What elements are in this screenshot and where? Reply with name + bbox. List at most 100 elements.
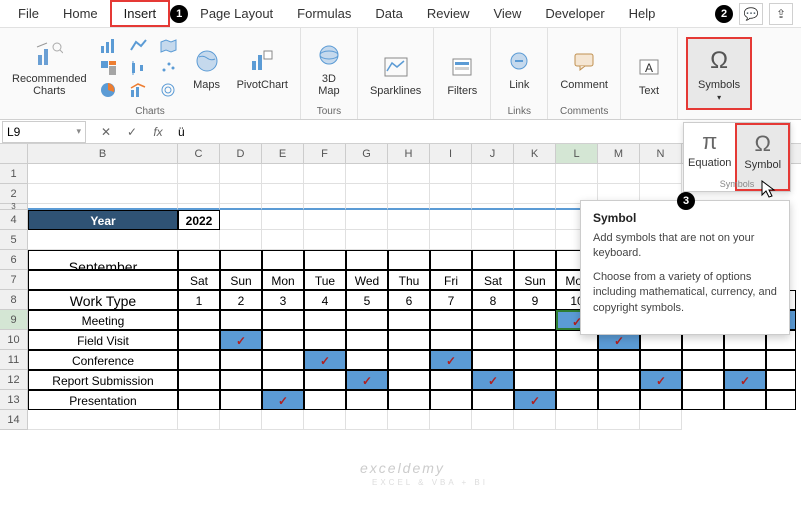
tab-review[interactable]: Review [415, 2, 482, 25]
day-cell[interactable]: Tue [304, 270, 346, 290]
table-cell[interactable] [220, 370, 262, 390]
table-cell[interactable] [682, 390, 724, 410]
table-cell[interactable] [262, 370, 304, 390]
table-cell[interactable] [766, 390, 796, 410]
table-cell[interactable]: ✓ [430, 350, 472, 370]
col-header[interactable]: B [28, 144, 178, 163]
table-cell[interactable] [514, 370, 556, 390]
sparklines-button[interactable]: Sparklines [366, 49, 425, 99]
table-cell[interactable] [472, 310, 514, 330]
table-cell[interactable] [388, 330, 430, 350]
table-cell[interactable] [682, 350, 724, 370]
table-cell[interactable]: ✓ [472, 370, 514, 390]
col-header[interactable]: D [220, 144, 262, 163]
table-cell[interactable] [514, 330, 556, 350]
chart-scatter-icon[interactable] [157, 58, 181, 78]
col-header[interactable]: E [262, 144, 304, 163]
table-cell[interactable] [178, 350, 220, 370]
date-cell[interactable]: 7 [430, 290, 472, 310]
chart-bar-icon[interactable] [97, 36, 121, 56]
table-cell[interactable] [178, 370, 220, 390]
table-cell[interactable] [220, 350, 262, 370]
row-label[interactable]: Meeting [28, 310, 178, 330]
year-value-cell[interactable]: 2022 [178, 210, 220, 230]
day-cell[interactable]: Sun [514, 270, 556, 290]
table-cell[interactable] [388, 390, 430, 410]
table-cell[interactable] [430, 390, 472, 410]
day-cell[interactable]: Fri [430, 270, 472, 290]
table-cell[interactable] [262, 350, 304, 370]
col-header[interactable]: L [556, 144, 598, 163]
text-button[interactable]: A Text [629, 49, 669, 99]
table-cell[interactable] [640, 390, 682, 410]
maps-button[interactable]: Maps [187, 43, 227, 93]
table-cell[interactable] [304, 330, 346, 350]
table-cell[interactable] [304, 370, 346, 390]
table-cell[interactable] [598, 350, 640, 370]
pivotchart-button[interactable]: PivotChart [233, 43, 292, 93]
table-cell[interactable]: ✓ [346, 370, 388, 390]
table-cell[interactable] [598, 390, 640, 410]
table-cell[interactable] [346, 310, 388, 330]
tab-home[interactable]: Home [51, 2, 110, 25]
select-all-corner[interactable] [0, 144, 28, 163]
chart-hierarchy-icon[interactable] [97, 58, 121, 78]
table-cell[interactable]: ✓ [304, 350, 346, 370]
3dmap-button[interactable]: 3D Map [309, 37, 349, 99]
day-cell[interactable]: Thu [388, 270, 430, 290]
worktype-header[interactable]: Work Type [28, 290, 178, 310]
table-cell[interactable] [346, 350, 388, 370]
table-cell[interactable] [724, 390, 766, 410]
tab-pagelayout[interactable]: Page Layout [188, 2, 285, 25]
col-header[interactable]: F [304, 144, 346, 163]
col-header[interactable]: N [640, 144, 682, 163]
symbols-button[interactable]: Ω Symbols ▾ [686, 37, 752, 110]
chart-map-icon[interactable] [157, 36, 181, 56]
col-header[interactable]: J [472, 144, 514, 163]
chart-combo-icon[interactable] [127, 80, 151, 100]
table-cell[interactable] [556, 370, 598, 390]
col-header[interactable]: G [346, 144, 388, 163]
cancel-icon[interactable]: ✕ [96, 123, 116, 141]
fx-icon[interactable]: fx [148, 123, 168, 141]
day-cell[interactable]: Sun [220, 270, 262, 290]
date-cell[interactable]: 3 [262, 290, 304, 310]
share-icon[interactable]: ⇪ [769, 3, 793, 25]
table-cell[interactable]: ✓ [220, 330, 262, 350]
table-cell[interactable] [472, 350, 514, 370]
table-cell[interactable] [640, 350, 682, 370]
table-cell[interactable]: ✓ [514, 390, 556, 410]
table-cell[interactable]: ✓ [262, 390, 304, 410]
recommended-charts-button[interactable]: Recommended Charts [8, 37, 91, 99]
tab-insert[interactable]: Insert [110, 0, 171, 27]
table-cell[interactable]: ✓ [724, 370, 766, 390]
table-cell[interactable] [430, 330, 472, 350]
chart-line-icon[interactable] [127, 36, 151, 56]
chart-pie-icon[interactable] [97, 80, 121, 100]
col-header[interactable]: H [388, 144, 430, 163]
table-cell[interactable] [178, 390, 220, 410]
table-cell[interactable] [346, 330, 388, 350]
table-cell[interactable] [682, 370, 724, 390]
tab-file[interactable]: File [6, 2, 51, 25]
table-cell[interactable] [472, 390, 514, 410]
table-cell[interactable] [766, 350, 796, 370]
row-label[interactable]: Conference [28, 350, 178, 370]
tab-formulas[interactable]: Formulas [285, 2, 363, 25]
day-cell[interactable]: Mon [262, 270, 304, 290]
filters-button[interactable]: Filters [442, 49, 482, 99]
table-cell[interactable] [388, 350, 430, 370]
table-cell[interactable] [556, 390, 598, 410]
table-cell[interactable] [430, 370, 472, 390]
comment-button[interactable]: Comment [556, 43, 612, 93]
table-cell[interactable] [388, 370, 430, 390]
row-label[interactable]: Field Visit [28, 330, 178, 350]
date-cell[interactable]: 4 [304, 290, 346, 310]
table-cell[interactable] [430, 310, 472, 330]
chart-surface-icon[interactable] [157, 80, 181, 100]
date-cell[interactable]: 1 [178, 290, 220, 310]
link-button[interactable]: Link [499, 43, 539, 93]
date-cell[interactable]: 6 [388, 290, 430, 310]
table-cell[interactable] [514, 350, 556, 370]
table-cell[interactable] [388, 310, 430, 330]
